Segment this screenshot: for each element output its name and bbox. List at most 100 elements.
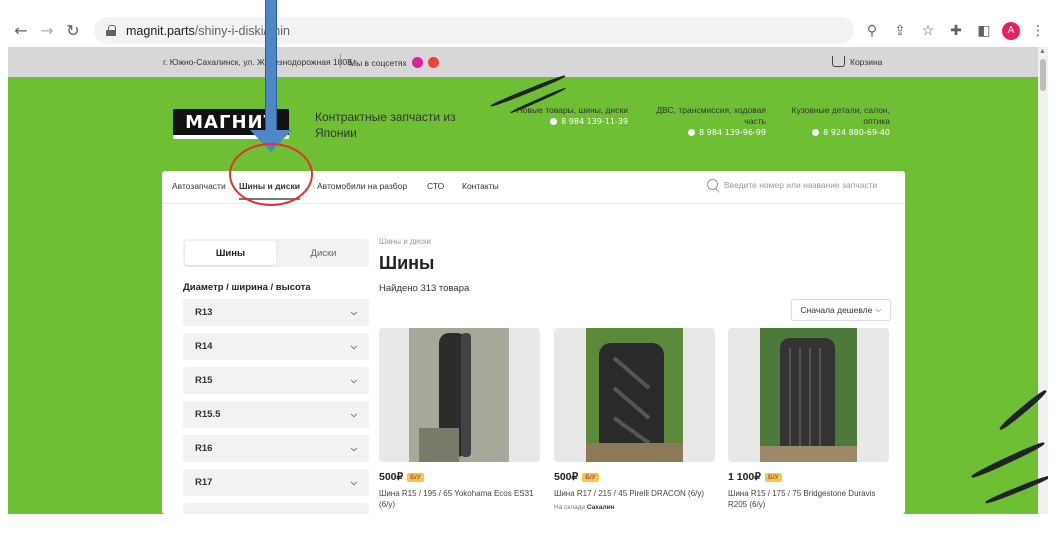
- product-name[interactable]: Шина R17 / 215 / 45 Pirelli DRACON (6/у): [554, 488, 715, 499]
- tab-tires[interactable]: Шины: [185, 241, 276, 265]
- cart-icon: [832, 56, 845, 67]
- filter-size-label: R15.5: [195, 409, 221, 420]
- decor-scratch: [970, 440, 1046, 480]
- chevron-down-icon: ⌵: [350, 477, 357, 487]
- condition-badge: Б/У: [764, 472, 782, 482]
- results-count: Найдено 313 товара: [379, 283, 470, 294]
- breadcrumb[interactable]: Шины и диски: [379, 237, 431, 246]
- topbar-divider: [340, 54, 341, 68]
- url-domain: magnit.parts: [126, 23, 195, 38]
- filter-size-label: R17: [195, 477, 213, 488]
- product-price: 1 100₽: [728, 471, 761, 483]
- product-card[interactable]: 500₽ Б/У Шина R17 / 215 / 45 Pirelli DRAC…: [554, 328, 715, 511]
- page-title: Шины: [379, 253, 435, 273]
- store-address: г. Южно-Сахалинск, ул. Железнодорожная 1…: [163, 57, 353, 67]
- reload-icon[interactable]: ↻: [62, 20, 84, 42]
- stock-status: На складе Сахалин: [554, 504, 715, 511]
- tab-wheels[interactable]: Диски: [278, 241, 369, 265]
- scroll-thumb[interactable]: [1040, 59, 1046, 91]
- annotation-arrow-shaft: [265, 0, 277, 133]
- cart-label: Корзина: [850, 56, 883, 67]
- contact-phone[interactable]: 8 984 139-96-99: [648, 127, 766, 138]
- address-bar[interactable]: magnit.parts/shiny-i-diski/shin: [94, 17, 854, 44]
- filter-size-label: R16: [195, 443, 213, 454]
- star-icon[interactable]: ☆: [918, 21, 938, 41]
- sort-dropdown[interactable]: Сначала дешевле ⌵: [791, 299, 891, 321]
- product-price-row: 1 100₽ Б/У: [728, 471, 889, 483]
- contact-phone[interactable]: 8 924 880-69-40: [778, 127, 890, 138]
- filter-size[interactable]: R16 ⌵: [183, 435, 369, 462]
- filter-size[interactable]: R13 ⌵: [183, 299, 369, 326]
- ok-icon[interactable]: [428, 57, 440, 68]
- menu-autoparts[interactable]: Автозапчасти: [172, 181, 226, 191]
- contact-block-2: ДВС, трансмиссия, ходовая часть 8 984 13…: [648, 105, 766, 138]
- filter-size[interactable]: R17 ⌵: [183, 469, 369, 496]
- profile-avatar[interactable]: A: [1002, 21, 1020, 40]
- menu-cars-for-parts[interactable]: Автомобили на разбор: [317, 181, 407, 191]
- page: { "browser": { "url_domain": "magnit.par…: [0, 0, 1059, 536]
- menu-icon[interactable]: ⋮: [1028, 21, 1048, 41]
- chevron-down-icon: ⌵: [350, 409, 357, 419]
- category-switch: Шины Диски: [183, 239, 369, 267]
- cart-link[interactable]: Корзина: [832, 56, 882, 67]
- chevron-down-icon: ⌵: [350, 443, 357, 453]
- filter-size[interactable]: [183, 503, 369, 514]
- product-name[interactable]: Шина R15 / 195 / 65 Yokohama Ecos ES31 (…: [379, 488, 540, 510]
- top-info-bar: г. Южно-Сахалинск, ул. Железнодорожная 1…: [8, 47, 1038, 77]
- stock-label: На складе: [554, 504, 586, 511]
- contact-label: Новые товары, шины, диски: [516, 105, 628, 115]
- chevron-down-icon: ⌵: [350, 375, 357, 385]
- filter-size[interactable]: R14 ⌵: [183, 333, 369, 360]
- filter-size-label: R14: [195, 341, 213, 352]
- product-name[interactable]: Шина R15 / 175 / 75 Bridgestone Duravis …: [728, 488, 889, 510]
- product-price: 500₽: [379, 471, 404, 483]
- social-link[interactable]: Мы в соцсетях: [349, 57, 440, 68]
- forward-icon[interactable]: →: [36, 20, 58, 42]
- menu-service[interactable]: СТО: [427, 181, 444, 191]
- chevron-down-icon: ⌵: [350, 307, 357, 317]
- site-tagline: Контрактные запчасти из Японии: [315, 110, 456, 140]
- contact-label: Кузовные детали, салон, оптика: [791, 105, 890, 126]
- product-image[interactable]: [728, 328, 889, 462]
- product-price-row: 500₽ Б/У: [379, 471, 540, 483]
- lock-icon: [106, 25, 116, 36]
- menu-contacts[interactable]: Контакты: [462, 181, 499, 191]
- chevron-down-icon: ⌵: [350, 341, 357, 351]
- sidepanel-icon[interactable]: ◧: [974, 21, 994, 41]
- product-price: 500₽: [554, 471, 579, 483]
- product-card[interactable]: 1 100₽ Б/У Шина R15 / 175 / 75 Bridgeston…: [728, 328, 889, 510]
- product-price-row: 500₽ Б/У: [554, 471, 715, 483]
- browser-actions: ⚲ ⇪ ☆ ✚ ◧ A ⋮: [862, 14, 1048, 47]
- filter-size-label: R15: [195, 375, 213, 386]
- whatsapp-icon: [688, 129, 696, 136]
- instagram-icon[interactable]: [412, 57, 424, 68]
- search-box[interactable]: Введите номер или название запчасти: [707, 179, 877, 190]
- contact-label: ДВС, трансмиссия, ходовая часть: [656, 105, 766, 126]
- back-icon[interactable]: ←: [10, 20, 32, 42]
- filter-title: Диаметр / ширина / высота: [183, 282, 311, 293]
- whatsapp-icon: [812, 129, 820, 136]
- contact-block-1: Новые товары, шины, диски 8 984 139-11-3…: [498, 105, 628, 127]
- contact-block-3: Кузовные детали, салон, оптика 8 924 880…: [778, 105, 890, 138]
- whatsapp-icon: [550, 118, 558, 125]
- scroll-up-icon[interactable]: ▲: [1039, 48, 1046, 55]
- product-image[interactable]: [379, 328, 540, 462]
- product-image[interactable]: [554, 328, 715, 462]
- search-icon: [707, 179, 718, 190]
- main-panel: Автозапчасти Шины и диски Автомобили на …: [162, 171, 905, 514]
- zoom-icon[interactable]: ⚲: [862, 21, 882, 41]
- condition-badge: Б/У: [407, 472, 424, 482]
- contact-phone[interactable]: 8 984 139-11-39: [498, 116, 628, 127]
- social-label: Мы в соцсетях: [349, 58, 407, 68]
- filter-size[interactable]: R15.5 ⌵: [183, 401, 369, 428]
- share-icon[interactable]: ⇪: [890, 21, 910, 41]
- search-input[interactable]: Введите номер или название запчасти: [724, 180, 877, 190]
- site-viewport: г. Южно-Сахалинск, ул. Железнодорожная 1…: [8, 47, 1048, 514]
- extensions-icon[interactable]: ✚: [946, 21, 966, 41]
- filter-size-label: R13: [195, 307, 213, 318]
- filter-size[interactable]: R15 ⌵: [183, 367, 369, 394]
- annotation-circle: [229, 143, 313, 206]
- product-card[interactable]: 500₽ Б/У Шина R15 / 195 / 65 Yokohama Eco…: [379, 328, 540, 510]
- chevron-down-icon: ⌵: [875, 305, 882, 314]
- browser-toolbar: ← → ↻ magnit.parts/shiny-i-diski/shin ⚲ …: [8, 14, 1048, 47]
